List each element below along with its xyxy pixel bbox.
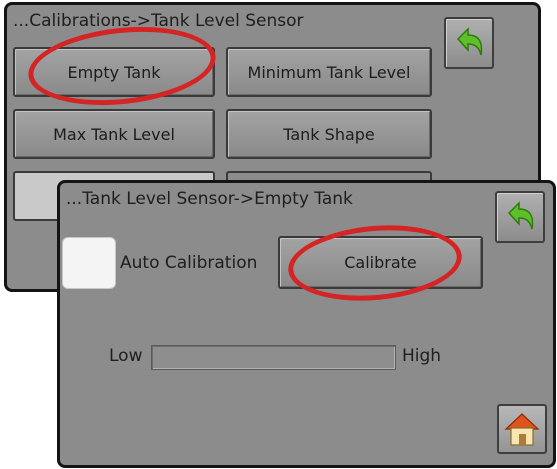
calibrate-button[interactable]: Calibrate [278,236,483,289]
auto-calibration-checkbox[interactable] [62,237,116,289]
screen-title: ...Calibrations->Tank Level Sensor [13,11,304,31]
empty-tank-button[interactable]: Empty Tank [13,47,215,97]
tank-level-bar [151,345,396,370]
max-tank-level-button[interactable]: Max Tank Level [13,109,215,159]
auto-calibration-label: Auto Calibration [120,253,258,273]
high-label: High [402,346,442,366]
back-button[interactable] [495,191,545,243]
screen-title: ...Tank Level Sensor->Empty Tank [66,189,353,209]
back-arrow-icon [456,27,483,56]
minimum-tank-level-button[interactable]: Minimum Tank Level [226,47,432,97]
low-label: Low [109,346,143,366]
empty-tank-screen: ...Tank Level Sensor->Empty Tank Auto Ca… [57,180,556,468]
back-button[interactable] [444,17,494,69]
home-button[interactable] [497,404,547,454]
back-arrow-icon [507,201,534,230]
home-icon [504,413,540,446]
tank-shape-button[interactable]: Tank Shape [226,109,432,159]
